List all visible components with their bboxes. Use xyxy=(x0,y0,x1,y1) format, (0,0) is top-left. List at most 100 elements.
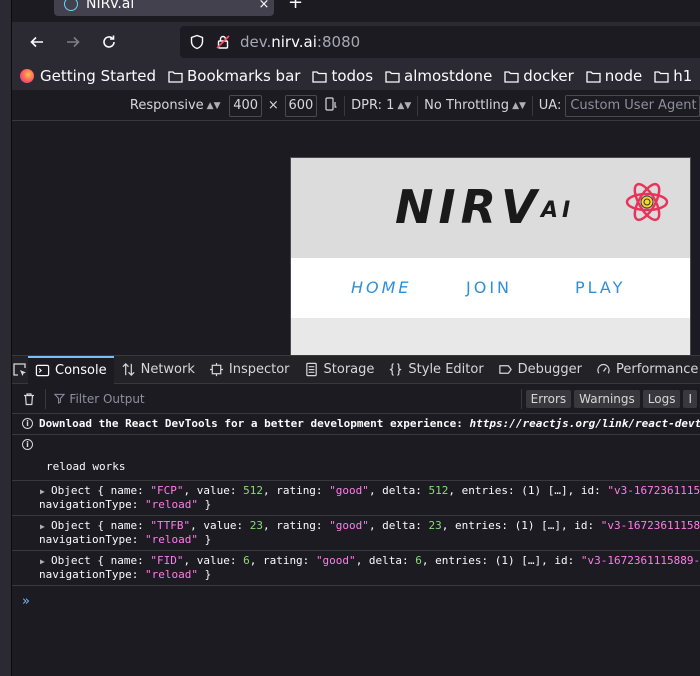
viewport-width-input[interactable]: 400 xyxy=(229,94,262,117)
tab-network[interactable]: Network xyxy=(114,356,202,384)
expand-triangle-icon[interactable]: ▶ xyxy=(40,485,45,499)
forward-button[interactable] xyxy=(60,30,86,54)
console-object-row[interactable]: ▶ Object { name: "FID", value: 6, rating… xyxy=(12,551,700,586)
tab-style-editor[interactable]: Style Editor xyxy=(381,356,490,384)
tab-inspector[interactable]: Inspector xyxy=(202,356,297,384)
tab-debugger[interactable]: Debugger xyxy=(491,356,589,384)
folder-icon xyxy=(312,70,328,83)
firefox-icon xyxy=(20,69,34,83)
console-input-prompt[interactable]: » xyxy=(22,594,30,609)
toolbar-separator xyxy=(531,95,533,116)
trash-icon xyxy=(23,392,34,405)
bookmark-folder-h1[interactable]: h1 xyxy=(654,67,692,85)
viewport-height-input[interactable]: 600 xyxy=(284,94,318,117)
console-object-row[interactable]: ▶ Object { name: "FCP", value: 512, rati… xyxy=(12,481,700,516)
insecure-lock-icon[interactable] xyxy=(214,33,232,51)
devtools-toolbar: Console Network Inspector Storage Style … xyxy=(12,355,700,384)
updown-icon: ▲▼ xyxy=(206,100,221,111)
user-agent-input[interactable]: Custom User Agent xyxy=(565,94,700,117)
filter-output-input[interactable]: Filter Output xyxy=(46,392,520,406)
react-favicon-icon xyxy=(64,0,78,11)
responsive-viewport: NIRV AI HOME JOIN PLAY xyxy=(12,121,700,355)
info-icon: i xyxy=(22,418,33,429)
user-agent-label: UA: xyxy=(538,98,562,113)
tracking-shield-icon[interactable] xyxy=(188,33,206,51)
bookmark-folder-docker[interactable]: docker xyxy=(504,67,574,85)
site-body xyxy=(291,318,690,355)
console-message-info: i reload works xyxy=(12,435,700,481)
bookmarks-toolbar: Getting Started Bookmarks bar todos almo… xyxy=(12,62,700,90)
browser-window: NIRV.ai × + dev. nirv.ai:8080 Getting S… xyxy=(12,0,700,676)
nav-link-play[interactable]: PLAY xyxy=(575,278,625,297)
style-editor-icon xyxy=(390,363,402,376)
toolbar-separator xyxy=(417,95,419,116)
folder-icon xyxy=(385,70,400,83)
address-bar[interactable]: dev. nirv.ai:8080 xyxy=(180,26,700,58)
folder-icon xyxy=(586,70,601,83)
expand-triangle-icon[interactable]: ▶ xyxy=(40,555,45,569)
bookmark-folder-bookmarks-bar[interactable]: Bookmarks bar xyxy=(168,67,300,85)
site-nav: HOME JOIN PLAY xyxy=(291,258,690,318)
console-message-info: i Download the React DevTools for a bett… xyxy=(12,414,700,435)
nav-link-join[interactable]: JOIN xyxy=(466,278,512,297)
tab-title: NIRV.ai xyxy=(86,0,135,12)
tab-performance[interactable]: Performance xyxy=(589,356,700,384)
forward-arrow-icon xyxy=(67,36,80,48)
console-icon xyxy=(35,364,50,377)
dimension-separator: × xyxy=(267,98,279,113)
bookmark-folder-todos[interactable]: todos xyxy=(312,67,373,85)
site-header: NIRV AI xyxy=(291,158,690,258)
filter-errors-button[interactable]: Errors xyxy=(525,389,572,408)
filter-funnel-icon xyxy=(54,393,66,404)
url-subdomain: dev. xyxy=(240,33,272,51)
site-logo-suffix: AI xyxy=(541,198,575,223)
browser-tab-active[interactable]: NIRV.ai × xyxy=(54,0,274,16)
reload-icon xyxy=(103,35,115,48)
react-atom-icon xyxy=(625,182,669,222)
expand-triangle-icon[interactable]: ▶ xyxy=(40,520,45,534)
back-button[interactable] xyxy=(24,30,50,54)
window-left-edge xyxy=(0,0,12,676)
toolbar-separator xyxy=(344,95,346,116)
device-frame: NIRV AI HOME JOIN PLAY xyxy=(290,157,691,355)
folder-icon xyxy=(654,70,669,83)
updown-icon: ▲▼ xyxy=(512,100,526,111)
element-picker-button[interactable] xyxy=(12,356,28,384)
filter-info-button[interactable]: I xyxy=(683,389,697,408)
bookmark-folder-node[interactable]: node xyxy=(586,67,642,85)
back-arrow-icon xyxy=(30,36,43,48)
react-devtools-link[interactable]: https://reactjs.org/link/react-devtools xyxy=(469,417,700,430)
info-icon: i xyxy=(22,439,33,450)
device-selector[interactable]: Responsive ▲▼ xyxy=(130,98,221,113)
console-log-text: reload works xyxy=(46,460,126,473)
updown-icon: ▲▼ xyxy=(397,100,412,111)
responsive-design-toolbar: Responsive ▲▼ 400 × 600 DPR: 1 ▲▼ No Throt… xyxy=(12,91,700,121)
folder-icon xyxy=(504,70,519,83)
element-picker-icon xyxy=(13,362,26,376)
close-tab-icon[interactable]: × xyxy=(254,0,274,12)
dpr-selector[interactable]: DPR: 1 ▲▼ xyxy=(351,98,411,113)
filter-logs-button[interactable]: Logs xyxy=(642,389,681,408)
console-object-row[interactable]: ▶ Object { name: "TTFB", value: 23, rati… xyxy=(12,516,700,551)
tab-console[interactable]: Console xyxy=(28,355,114,384)
url-host: nirv.ai xyxy=(271,33,317,51)
console-output: i Download the React DevTools for a bett… xyxy=(12,414,700,676)
rotate-viewport-icon[interactable] xyxy=(324,96,338,115)
inspector-icon xyxy=(209,362,223,377)
bookmark-getting-started[interactable]: Getting Started xyxy=(20,67,156,85)
clear-console-button[interactable] xyxy=(12,392,45,406)
console-filter-bar: Filter Output Errors Warnings Logs I xyxy=(12,384,700,414)
nav-link-home[interactable]: HOME xyxy=(351,278,412,297)
tab-strip: NIRV.ai × + xyxy=(12,0,700,22)
network-icon xyxy=(122,363,135,376)
navigation-toolbar: dev. nirv.ai:8080 xyxy=(12,22,700,62)
performance-icon xyxy=(597,363,610,374)
reload-button[interactable] xyxy=(96,30,122,54)
tab-storage[interactable]: Storage xyxy=(297,356,382,384)
site-logo-text[interactable]: NIRV xyxy=(395,180,542,234)
filter-warnings-button[interactable]: Warnings xyxy=(574,389,640,408)
debugger-icon xyxy=(498,365,512,374)
bookmark-folder-almostdone[interactable]: almostdone xyxy=(385,67,492,85)
new-tab-button[interactable]: + xyxy=(288,0,303,13)
throttling-selector[interactable]: No Throttling ▲▼ xyxy=(424,98,526,113)
